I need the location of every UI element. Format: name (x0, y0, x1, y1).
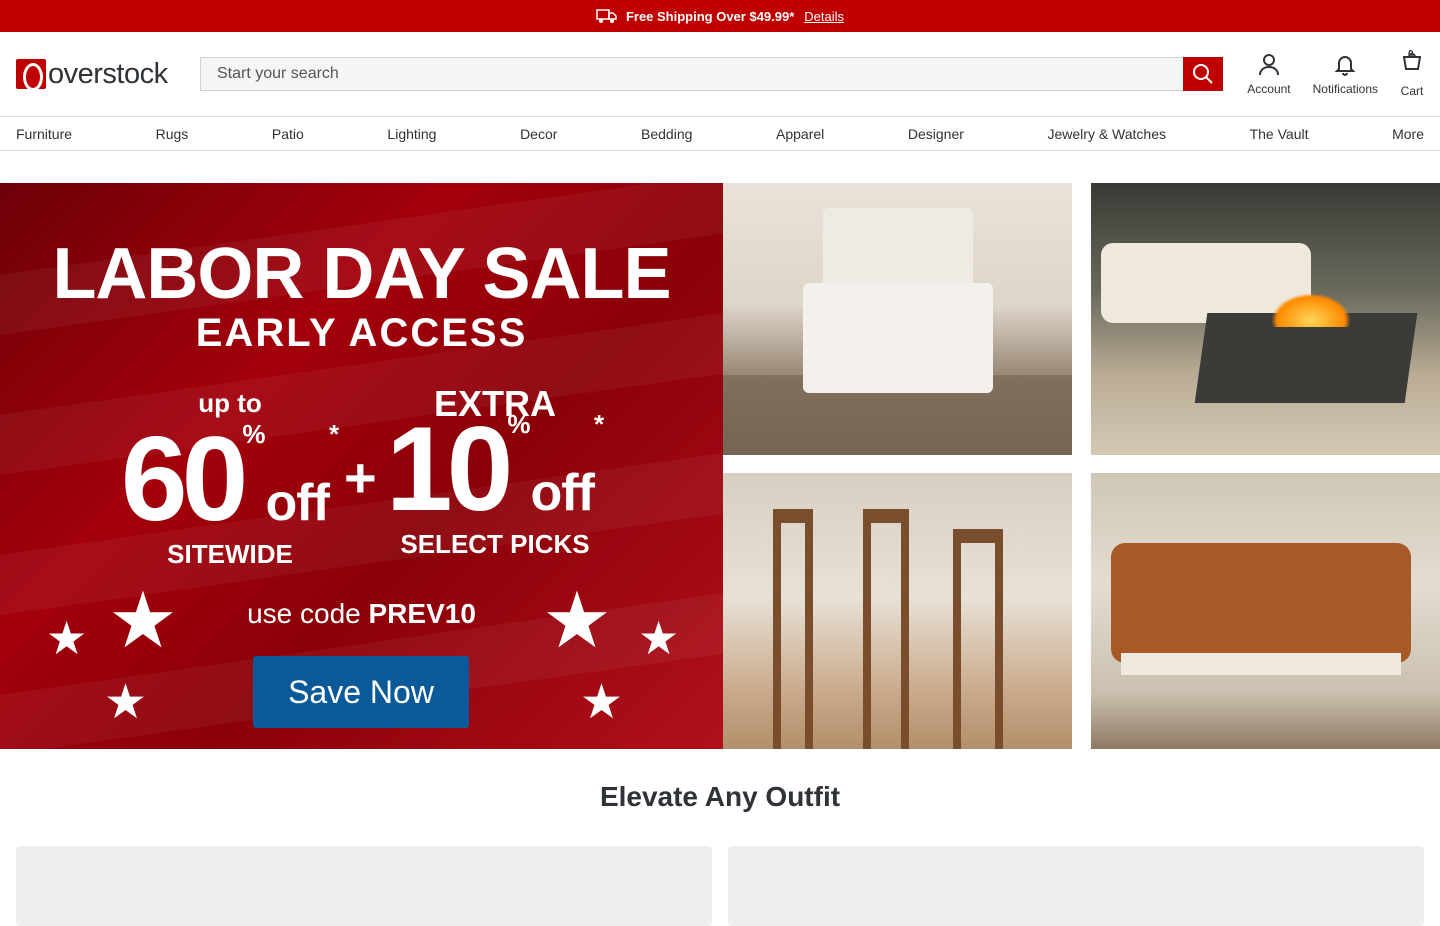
account-label: Account (1247, 82, 1291, 96)
sale-subtitle: EARLY ACCESS (195, 311, 528, 355)
cart-button[interactable]: 0 Cart (1400, 48, 1424, 98)
sofa-image[interactable] (1091, 473, 1440, 749)
cart-label: Cart (1400, 83, 1424, 98)
promo-code: PREV10 (368, 598, 476, 629)
outfit-card[interactable] (16, 846, 712, 926)
category-nav: Furniture Rugs Patio Lighting Decor Bedd… (0, 116, 1440, 151)
promo-details-link[interactable]: Details (804, 9, 844, 24)
search-bar (200, 57, 1224, 91)
nav-item-lighting[interactable]: Lighting (387, 126, 436, 142)
site-header: overstock Account Notifications (0, 32, 1440, 116)
nav-item-bedding[interactable]: Bedding (641, 126, 692, 142)
offer1-asterisk: * (328, 419, 340, 449)
barstool-shape (773, 509, 813, 749)
search-input[interactable] (200, 57, 1184, 91)
star-icon: ★ (108, 576, 178, 664)
offer2-percent: % (507, 409, 531, 439)
star-icon: ★ (542, 576, 612, 664)
cart-count: 0 (1408, 48, 1414, 60)
nav-item-rugs[interactable]: Rugs (156, 126, 189, 142)
nav-item-the-vault[interactable]: The Vault (1250, 126, 1309, 142)
notifications-label: Notifications (1312, 82, 1378, 96)
nav-item-patio[interactable]: Patio (272, 126, 304, 142)
save-now-button[interactable]: Save Now (253, 656, 469, 728)
nav-item-designer[interactable]: Designer (908, 126, 964, 142)
offer2-asterisk: * (593, 409, 605, 439)
nav-item-jewelry-watches[interactable]: Jewelry & Watches (1047, 126, 1166, 142)
outfit-card[interactable] (728, 846, 1424, 926)
offer1-amount: 60 (120, 412, 249, 546)
outfit-cards (16, 846, 1424, 926)
star-icon: ★ (580, 676, 624, 729)
sale-title: LABOR DAY SALE (52, 234, 671, 314)
offer2-label: SELECT PICKS (400, 529, 590, 559)
labor-day-banner[interactable]: LABOR DAY SALE EARLY ACCESS up to 60%off… (0, 183, 723, 749)
offer-sitewide: up to 60%off* SITEWIDE (120, 388, 340, 570)
logo-wordmark: overstock (48, 57, 168, 90)
section-title: Elevate Any Outfit (599, 781, 841, 812)
star-icon: ★ (104, 676, 148, 729)
fire-shape (1271, 293, 1351, 327)
nav-item-more[interactable]: More (1392, 126, 1424, 142)
promo-text: Free Shipping Over $49.99* (625, 8, 795, 24)
offer2-amount: 10 (385, 402, 514, 536)
offer-plus: + (344, 446, 377, 509)
bell-icon (1334, 56, 1356, 76)
overstock-logo[interactable]: overstock (16, 57, 176, 91)
star-icon: ★ (638, 612, 680, 664)
hero-section: LABOR DAY SALE EARLY ACCESS up to 60%off… (0, 183, 1440, 749)
nav-item-apparel[interactable]: Apparel (776, 126, 824, 142)
barstools-image[interactable] (723, 473, 1072, 749)
offer-select-picks: EXTRA 10%off* SELECT PICKS (380, 383, 610, 560)
hero-image-grid (723, 183, 1440, 749)
promo-bar: Free Shipping Over $49.99* Details (0, 0, 1440, 32)
header-actions: Account Notifications 0 Cart (1247, 48, 1424, 98)
barstool-shape (953, 529, 1003, 749)
truck-icon (596, 9, 617, 23)
code-prefix: use code (247, 598, 361, 629)
barstool-shape (863, 509, 909, 749)
notifications-button[interactable]: Notifications (1313, 52, 1378, 96)
offer1-off: off (265, 474, 330, 532)
nav-item-decor[interactable]: Decor (520, 126, 557, 142)
patio-image[interactable] (1091, 183, 1440, 455)
bedroom-image[interactable] (723, 183, 1072, 455)
offer2-off: off (530, 464, 595, 522)
search-button[interactable] (1183, 57, 1224, 91)
user-icon (1258, 54, 1279, 76)
search-icon (1193, 64, 1213, 84)
bed-shape (803, 283, 993, 393)
couch-base-shape (1121, 653, 1401, 675)
account-button[interactable]: Account (1247, 52, 1291, 96)
couch-shape (1111, 543, 1411, 663)
star-icon: ★ (46, 612, 88, 664)
logo-mark-icon (16, 59, 46, 91)
offer1-percent: % (242, 419, 266, 449)
nav-item-furniture[interactable]: Furniture (16, 126, 72, 142)
cart-icon-wrap: 0 (1400, 48, 1424, 78)
